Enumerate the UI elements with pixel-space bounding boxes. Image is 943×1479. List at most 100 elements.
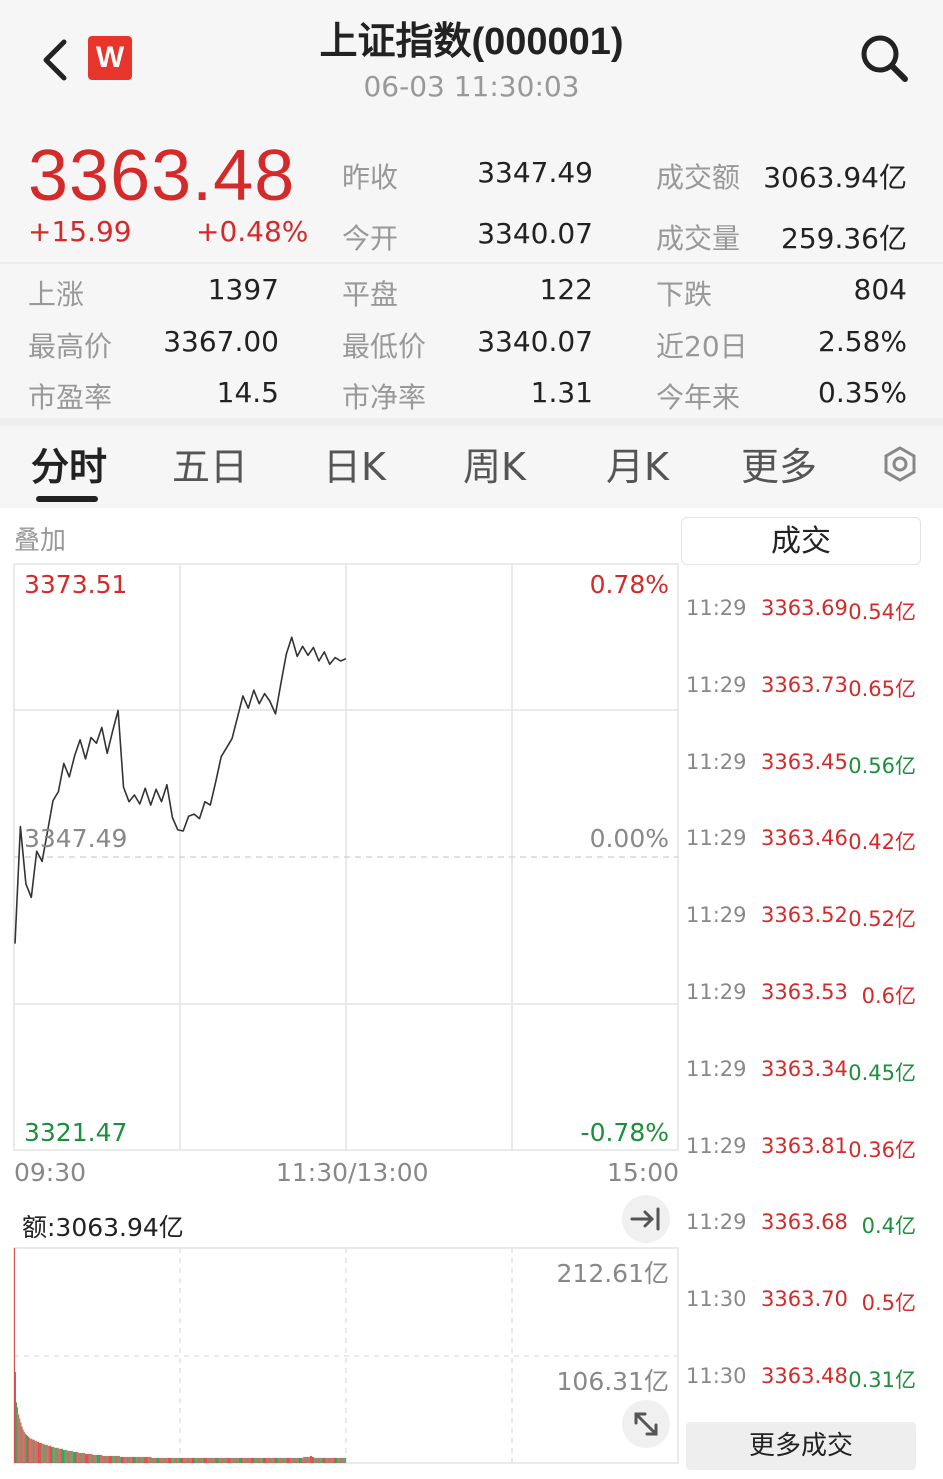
stat-value-high: 3367.00: [163, 325, 279, 358]
volume-bar: [45, 1444, 47, 1463]
volume-bar: [99, 1454, 100, 1463]
volume-bar: [188, 1457, 190, 1463]
stat-value-low: 3340.07: [477, 325, 593, 358]
tab-weekly-k[interactable]: 周K: [463, 436, 526, 491]
volume-bar: [193, 1457, 194, 1463]
tab-monthly-k[interactable]: 月K: [606, 436, 669, 491]
volume-bar: [138, 1456, 140, 1463]
chart-grid: [13, 563, 679, 1464]
volume-bar: [142, 1456, 144, 1463]
volume-bar: [206, 1457, 208, 1463]
volume-bar: [339, 1457, 341, 1463]
page-title: 上证指数(000001): [319, 21, 624, 63]
volume-bar: [116, 1455, 118, 1463]
volume-bar: [74, 1451, 75, 1463]
expand-right-button[interactable]: [622, 1195, 670, 1243]
x-axis-start: 09:30: [14, 1158, 87, 1187]
volume-label: 额:3063.94亿: [22, 1213, 184, 1242]
volume-bar: [159, 1457, 161, 1463]
stat-value-ytd: 0.35%: [818, 376, 907, 409]
volume-bar: [285, 1457, 287, 1463]
trade-volume: 0.45亿: [848, 1060, 916, 1085]
volume-bar: [332, 1457, 334, 1463]
volume-bar: [289, 1457, 291, 1463]
volume-bar: [176, 1457, 178, 1463]
volume-bar: [30, 1438, 32, 1463]
trades-tab[interactable]: 成交: [681, 517, 921, 565]
volume-bar: [68, 1450, 70, 1463]
volume-bar: [290, 1457, 292, 1463]
trade-row: 11:30 3363.48 0.31亿: [686, 1364, 918, 1394]
search-icon[interactable]: [858, 32, 910, 84]
pct-axis-mid: 0.00%: [589, 824, 669, 853]
trade-time: 11:29: [686, 749, 747, 774]
volume-bar: [169, 1457, 170, 1463]
fullscreen-icon: [634, 1412, 658, 1436]
volume-bar: [83, 1452, 85, 1463]
volume-bar: [91, 1453, 93, 1463]
settings-hexagon-icon[interactable]: [880, 444, 920, 484]
volume-bar: [342, 1457, 344, 1463]
volume-bar: [15, 1372, 16, 1463]
volume-bar: [87, 1453, 88, 1463]
fullscreen-button[interactable]: [622, 1400, 670, 1448]
trade-row: 11:29 3363.52 0.52亿: [686, 903, 918, 933]
volume-bar: [154, 1457, 156, 1463]
stat-value-pb: 1.31: [530, 376, 593, 409]
tab-5day[interactable]: 五日: [172, 436, 248, 491]
volume-bar: [34, 1440, 36, 1463]
volume-bar: [21, 1426, 23, 1463]
volume-bar: [128, 1456, 130, 1463]
volume-bar: [240, 1457, 241, 1463]
volume-bar: [119, 1456, 121, 1463]
stat-label-unchanged: 平盘: [342, 278, 399, 311]
volume-bar: [76, 1451, 78, 1463]
trade-volume: 0.31亿: [848, 1368, 916, 1392]
volume-bar: [291, 1457, 293, 1463]
volume-bar: [321, 1457, 323, 1463]
volume-bar: [90, 1453, 92, 1463]
volume-bar: [219, 1457, 221, 1463]
volume-bar: [111, 1455, 113, 1463]
active-tab-indicator: [36, 496, 98, 502]
volume-bar: [295, 1457, 297, 1463]
volume-bar: [304, 1456, 306, 1463]
stat-label-open: 今开: [342, 222, 399, 255]
volume-bar: [237, 1457, 239, 1463]
volume-bar: [185, 1457, 187, 1463]
volume-bar: [233, 1457, 235, 1463]
volume-bar: [187, 1457, 189, 1463]
stat-value-advancers: 1397: [207, 273, 279, 306]
volume-bar: [327, 1457, 329, 1463]
volume-bar: [183, 1457, 185, 1463]
trade-volume: 0.36亿: [848, 1137, 916, 1162]
more-trades-button[interactable]: 更多成交: [686, 1422, 916, 1470]
volume-bar: [306, 1456, 308, 1463]
x-axis-mid: 11:30/13:00: [276, 1158, 429, 1187]
tab-daily-k[interactable]: 日K: [323, 436, 386, 491]
volume-bar: [266, 1457, 268, 1463]
volume-bar: [259, 1457, 261, 1463]
volume-bar: [112, 1455, 114, 1463]
volume-bar: [324, 1457, 325, 1463]
volume-bar: [143, 1456, 145, 1463]
volume-bar: [303, 1456, 305, 1463]
volume-bar: [242, 1457, 244, 1463]
volume-bar: [255, 1457, 257, 1463]
trade-price: 3363.52: [761, 903, 848, 928]
volume-bar: [217, 1457, 218, 1463]
tab-more[interactable]: 更多: [741, 436, 817, 491]
tab-intraday[interactable]: 分时: [31, 436, 107, 491]
trade-volume: 0.5亿: [861, 1291, 916, 1316]
volume-bar: [172, 1457, 174, 1463]
trade-time: 11:29: [686, 980, 747, 1004]
volume-bar: [107, 1455, 109, 1463]
volume-bar: [23, 1431, 25, 1463]
volume-bar: [131, 1456, 133, 1463]
vol-axis-mid: 106.31亿: [556, 1367, 669, 1396]
volume-bar: [31, 1438, 33, 1463]
volume-bar: [135, 1456, 137, 1463]
volume-bar: [244, 1457, 246, 1463]
volume-bar: [32, 1439, 34, 1463]
volume-bar: [296, 1457, 298, 1463]
